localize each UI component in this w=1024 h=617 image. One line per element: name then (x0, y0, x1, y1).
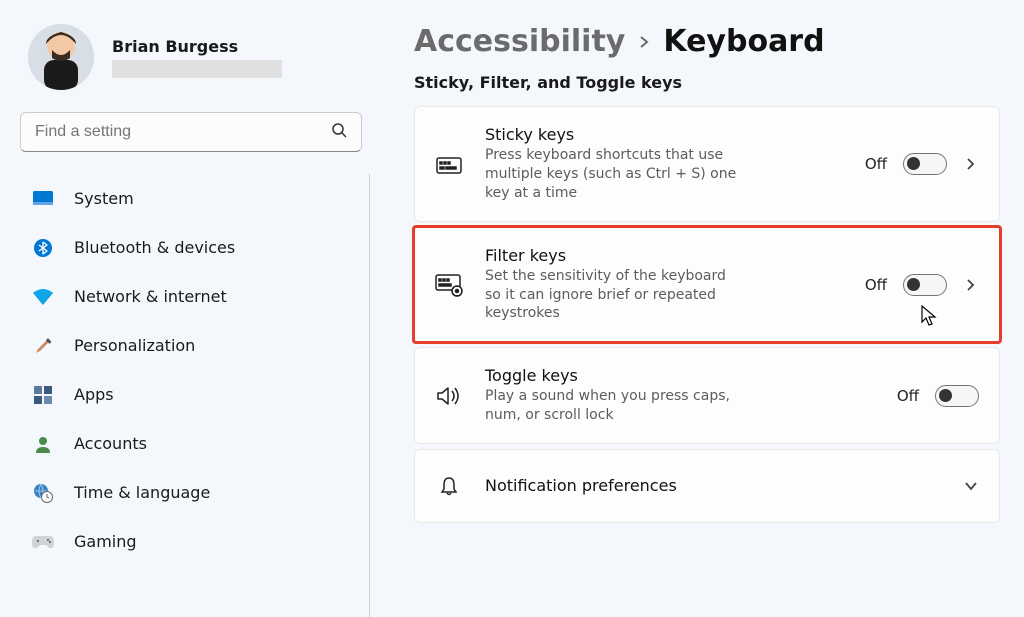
keyboard-gear-icon (435, 271, 463, 299)
person-icon (32, 433, 54, 455)
toggle-state-label: Off (865, 155, 887, 173)
toggle-switch[interactable] (935, 385, 979, 407)
card-desc: Set the sensitivity of the keyboard so i… (485, 267, 745, 324)
sidebar-item-apps[interactable]: Apps (20, 370, 363, 419)
nav-list: System Bluetooth & devices Network & int… (20, 174, 370, 617)
sidebar-item-label: Apps (74, 385, 114, 404)
sidebar-item-accounts[interactable]: Accounts (20, 419, 363, 468)
avatar (28, 24, 94, 90)
sidebar-item-label: Gaming (74, 532, 137, 551)
card-title: Filter keys (485, 246, 835, 265)
sidebar: Brian Burgess System Bluetooth & devi (0, 0, 380, 617)
search-input[interactable] (35, 123, 323, 141)
chevron-right-icon[interactable] (963, 277, 979, 293)
globe-clock-icon (32, 482, 54, 504)
section-title: Sticky, Filter, and Toggle keys (414, 73, 1000, 92)
chevron-right-icon[interactable] (963, 156, 979, 172)
keyboard-icon (435, 150, 463, 178)
card-desc: Press keyboard shortcuts that use multip… (485, 146, 745, 203)
sidebar-item-label: Personalization (74, 336, 195, 355)
card-desc: Play a sound when you press caps, num, o… (485, 387, 745, 425)
sidebar-item-personalization[interactable]: Personalization (20, 321, 363, 370)
toggle-switch[interactable] (903, 274, 947, 296)
search-icon (331, 122, 347, 142)
sidebar-item-network[interactable]: Network & internet (20, 272, 363, 321)
card-notification-preferences[interactable]: Notification preferences (414, 449, 1000, 523)
display-icon (32, 188, 54, 210)
content: Accessibility Keyboard Sticky, Filter, a… (380, 0, 1024, 617)
sidebar-item-label: Bluetooth & devices (74, 238, 235, 257)
toggle-state-label: Off (865, 276, 887, 294)
card-title: Notification preferences (485, 476, 933, 495)
bell-icon (435, 472, 463, 500)
toggle-state-label: Off (897, 387, 919, 405)
user-name: Brian Burgess (112, 37, 282, 56)
profile-block[interactable]: Brian Burgess (20, 18, 370, 108)
paintbrush-icon (32, 335, 54, 357)
sidebar-item-label: Accounts (74, 434, 147, 453)
sidebar-item-bluetooth[interactable]: Bluetooth & devices (20, 223, 363, 272)
card-filter-keys[interactable]: Filter keys Set the sensitivity of the k… (414, 227, 1000, 343)
sound-icon (435, 382, 463, 410)
breadcrumb-parent[interactable]: Accessibility (414, 24, 625, 59)
card-title: Sticky keys (485, 125, 835, 144)
card-sticky-keys[interactable]: Sticky keys Press keyboard shortcuts tha… (414, 106, 1000, 222)
mouse-cursor-icon (921, 305, 939, 331)
bluetooth-icon (32, 237, 54, 259)
sidebar-item-label: Network & internet (74, 287, 227, 306)
search-box[interactable] (20, 112, 362, 152)
user-email-redacted (112, 60, 282, 78)
chevron-down-icon[interactable] (963, 478, 979, 494)
breadcrumb: Accessibility Keyboard (414, 24, 1000, 59)
toggle-switch[interactable] (903, 153, 947, 175)
chevron-right-icon (637, 30, 651, 54)
card-toggle-keys[interactable]: Toggle keys Play a sound when you press … (414, 347, 1000, 444)
sidebar-item-time[interactable]: Time & language (20, 468, 363, 517)
gamepad-icon (32, 531, 54, 553)
sidebar-item-label: Time & language (74, 483, 210, 502)
sidebar-item-system[interactable]: System (20, 174, 363, 223)
breadcrumb-current: Keyboard (663, 24, 824, 59)
wifi-icon (32, 286, 54, 308)
sidebar-item-label: System (74, 189, 134, 208)
sidebar-item-gaming[interactable]: Gaming (20, 517, 363, 566)
card-title: Toggle keys (485, 366, 867, 385)
apps-icon (32, 384, 54, 406)
